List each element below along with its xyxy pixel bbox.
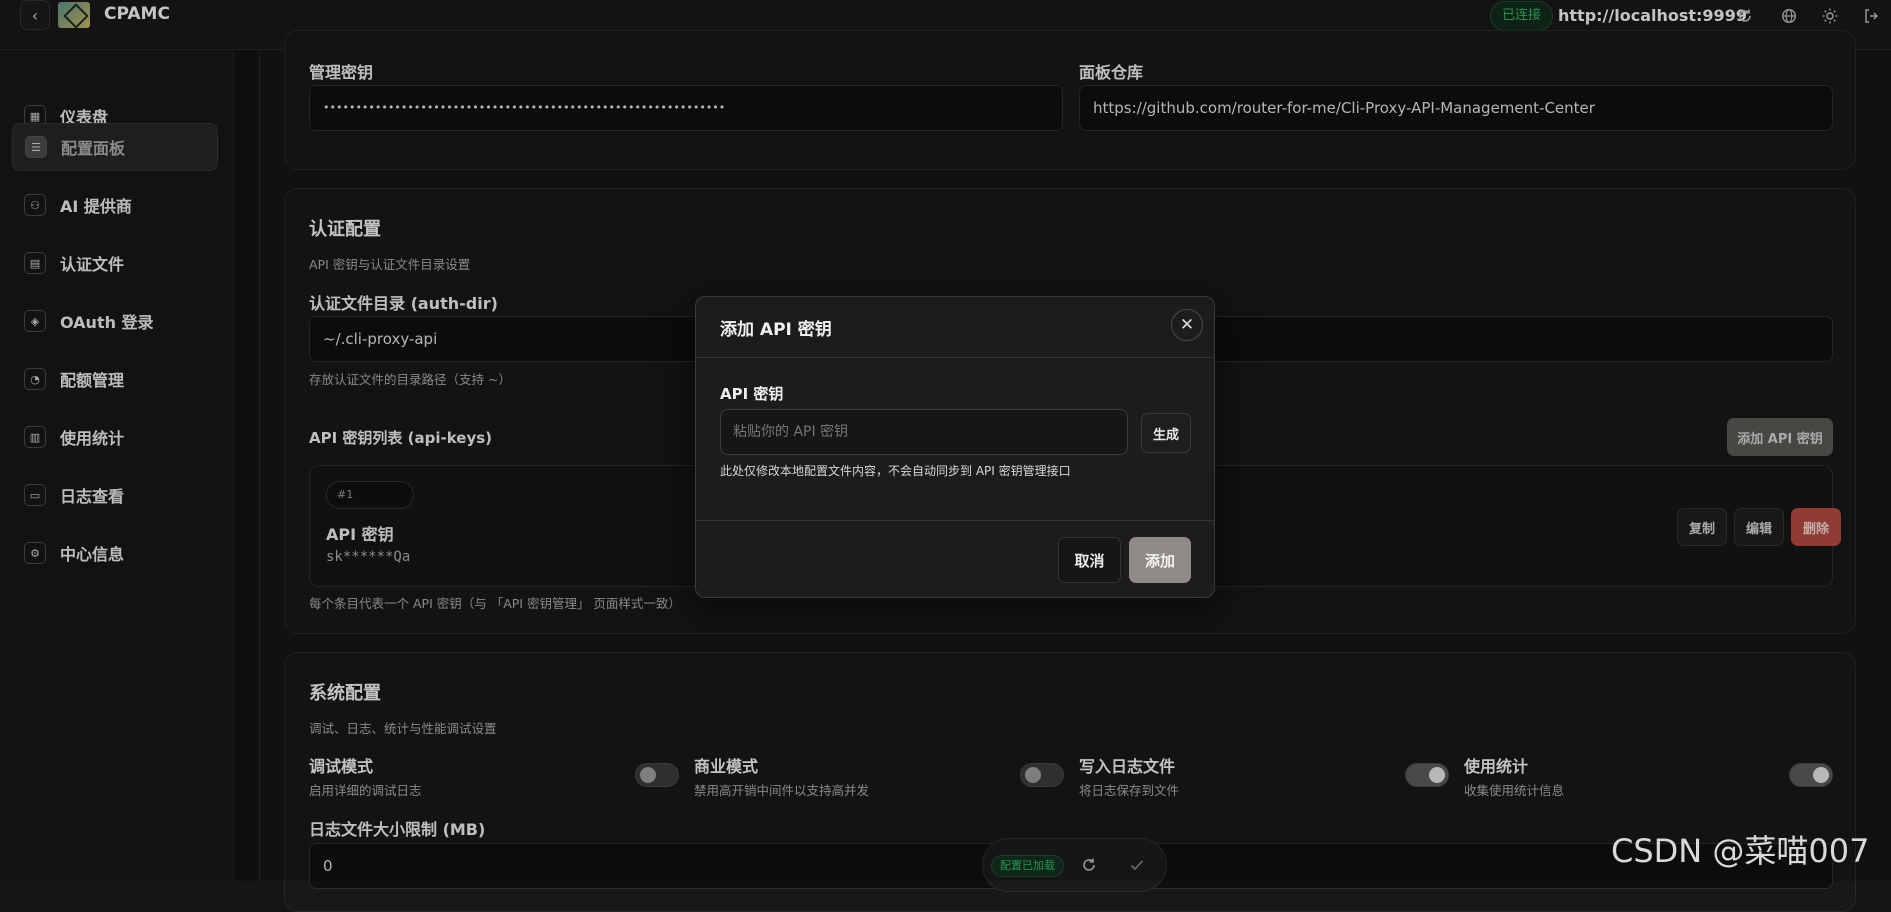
add-api-key-modal: 添加 API 密钥 ✕ API 密钥 生成 此处仅修改本地配置文件内容，不会自动… (695, 296, 1215, 598)
watermark: CSDN @菜喵007 (1611, 832, 1870, 870)
cancel-button[interactable]: 取消 (1058, 537, 1121, 583)
api-key-field-label: API 密钥 (720, 385, 784, 403)
modal-close-button[interactable]: ✕ (1171, 309, 1203, 341)
modal-header-divider (696, 357, 1214, 358)
modal-title: 添加 API 密钥 (720, 320, 832, 340)
generate-button[interactable]: 生成 (1141, 413, 1191, 453)
modal-hint: 此处仅修改本地配置文件内容，不会自动同步到 API 密钥管理接口 (720, 464, 1071, 478)
modal-footer-divider (696, 520, 1214, 521)
add-button[interactable]: 添加 (1129, 537, 1191, 583)
api-key-input[interactable] (720, 409, 1128, 455)
close-icon: ✕ (1179, 315, 1195, 335)
